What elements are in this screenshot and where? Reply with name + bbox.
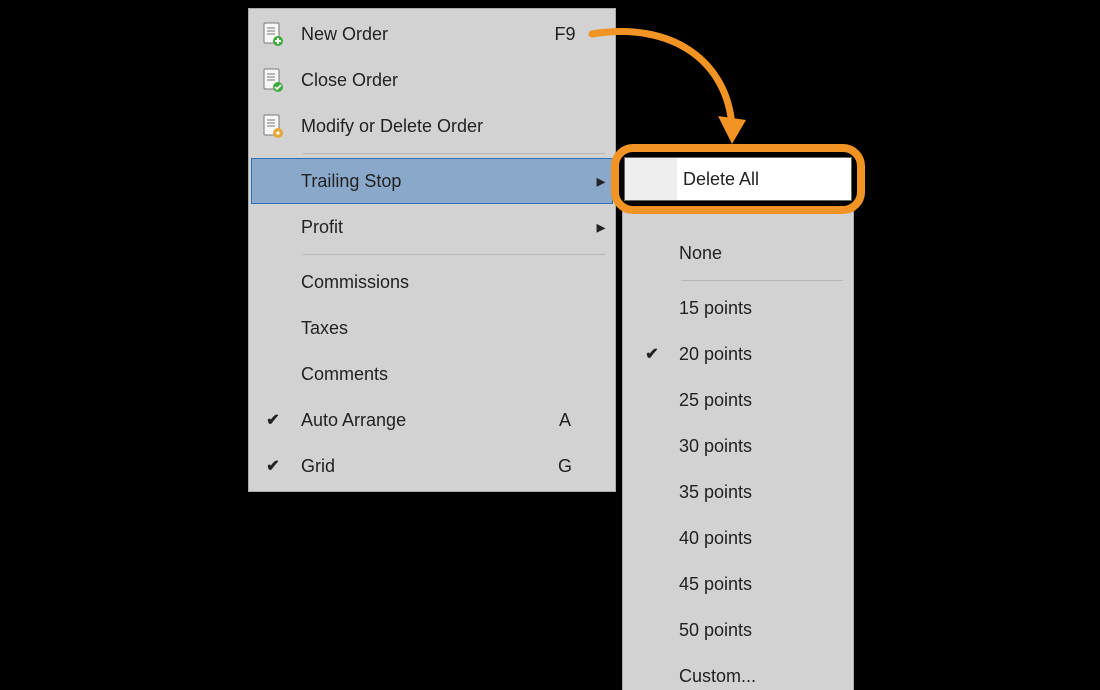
document-plus-icon [251, 22, 295, 46]
submenu-label: Custom... [679, 666, 851, 687]
menu-comments[interactable]: Comments [251, 351, 613, 397]
menu-label: Auto Arrange [295, 410, 541, 431]
submenu-points-30[interactable]: 30 points [625, 423, 851, 469]
submenu-label: 20 points [679, 344, 851, 365]
submenu-label: 30 points [679, 436, 851, 457]
menu-label: Profit [295, 217, 541, 238]
submenu-label: 40 points [679, 528, 851, 549]
menu-label: Trailing Stop [295, 171, 541, 192]
context-menu: New Order F9 Close Order [248, 8, 616, 492]
document-check-icon [251, 68, 295, 92]
menu-auto-arrange[interactable]: ✔ Auto Arrange A [251, 397, 613, 443]
accelerator: A [541, 410, 589, 431]
submenu-points-45[interactable]: 45 points [625, 561, 851, 607]
submenu-points-25[interactable]: 25 points [625, 377, 851, 423]
checkmark-icon: ✔ [625, 344, 679, 364]
submenu-points-20[interactable]: ✔ 20 points [625, 331, 851, 377]
menu-modify-delete-order[interactable]: Modify or Delete Order [251, 103, 613, 149]
submenu-none[interactable]: None [625, 230, 851, 276]
menu-grid[interactable]: ✔ Grid G [251, 443, 613, 489]
submenu-label: 45 points [679, 574, 851, 595]
checkmark-icon: ✔ [251, 410, 295, 430]
menu-label: Taxes [295, 318, 541, 339]
submenu-points-50[interactable]: 50 points [625, 607, 851, 653]
menu-label: Close Order [295, 70, 541, 91]
menu-new-order[interactable]: New Order F9 [251, 11, 613, 57]
submenu-points-15[interactable]: 15 points [625, 285, 851, 331]
submenu-label: 25 points [679, 390, 851, 411]
trailing-stop-submenu: None 15 points ✔ 20 points 25 points 30 … [622, 207, 854, 690]
accelerator: G [541, 456, 589, 477]
callout-highlight: Delete All [611, 144, 865, 214]
separator [681, 280, 843, 281]
icon-gutter [625, 158, 677, 200]
submenu-points-35[interactable]: 35 points [625, 469, 851, 515]
submenu-delete-all[interactable]: Delete All [624, 157, 852, 201]
submenu-label: 15 points [679, 298, 851, 319]
separator [303, 254, 605, 255]
menu-label: Comments [295, 364, 541, 385]
submenu-label: None [679, 243, 851, 264]
menu-close-order[interactable]: Close Order [251, 57, 613, 103]
document-gear-icon [251, 114, 295, 138]
menu-label: Modify or Delete Order [295, 116, 541, 137]
submenu-arrow-icon: ▸ [589, 171, 613, 192]
menu-profit[interactable]: Profit ▸ [251, 204, 613, 250]
menu-commissions[interactable]: Commissions [251, 259, 613, 305]
menu-label: Grid [295, 456, 541, 477]
menu-taxes[interactable]: Taxes [251, 305, 613, 351]
submenu-points-40[interactable]: 40 points [625, 515, 851, 561]
checkmark-icon: ✔ [251, 456, 295, 476]
submenu-label: Delete All [677, 169, 759, 190]
separator [303, 153, 605, 154]
accelerator: F9 [541, 24, 589, 45]
menu-trailing-stop[interactable]: Trailing Stop ▸ [251, 158, 613, 204]
submenu-arrow-icon: ▸ [589, 217, 613, 238]
submenu-label: 50 points [679, 620, 851, 641]
submenu-label: 35 points [679, 482, 851, 503]
screenshot-canvas: New Order F9 Close Order [0, 0, 1100, 690]
menu-label: New Order [295, 24, 541, 45]
submenu-custom[interactable]: Custom... [625, 653, 851, 690]
menu-label: Commissions [295, 272, 541, 293]
